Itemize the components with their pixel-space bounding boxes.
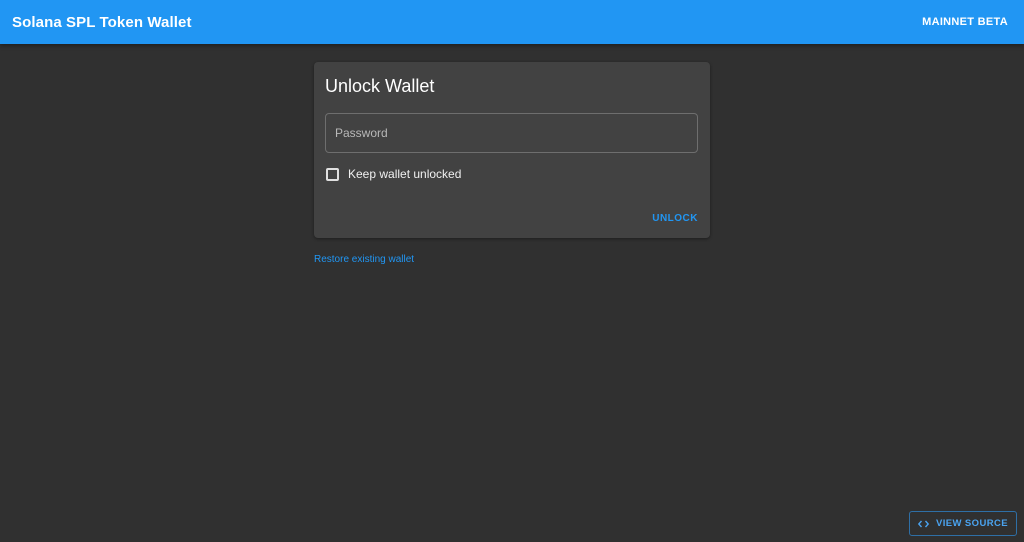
app-title: Solana SPL Token Wallet — [12, 13, 192, 31]
code-icon — [918, 520, 930, 528]
keep-unlocked-checkbox-row[interactable]: Keep wallet unlocked — [326, 167, 461, 181]
view-source-label: VIEW SOURCE — [936, 518, 1008, 529]
app-bar: Solana SPL Token Wallet MAINNET BETA — [0, 0, 1024, 44]
card-title: Unlock Wallet — [325, 76, 435, 96]
network-selector-button[interactable]: MAINNET BETA — [914, 10, 1016, 34]
restore-wallet-link[interactable]: Restore existing wallet — [314, 254, 414, 265]
view-source-button[interactable]: VIEW SOURCE — [909, 511, 1017, 536]
unlock-button[interactable]: UNLOCK — [652, 213, 698, 224]
keep-unlocked-label: Keep wallet unlocked — [348, 167, 462, 181]
keep-unlocked-checkbox[interactable] — [326, 167, 339, 181]
unlock-wallet-card: Unlock Wallet Keep wallet unlocked UNLOC… — [314, 62, 710, 238]
password-input[interactable] — [325, 113, 698, 153]
